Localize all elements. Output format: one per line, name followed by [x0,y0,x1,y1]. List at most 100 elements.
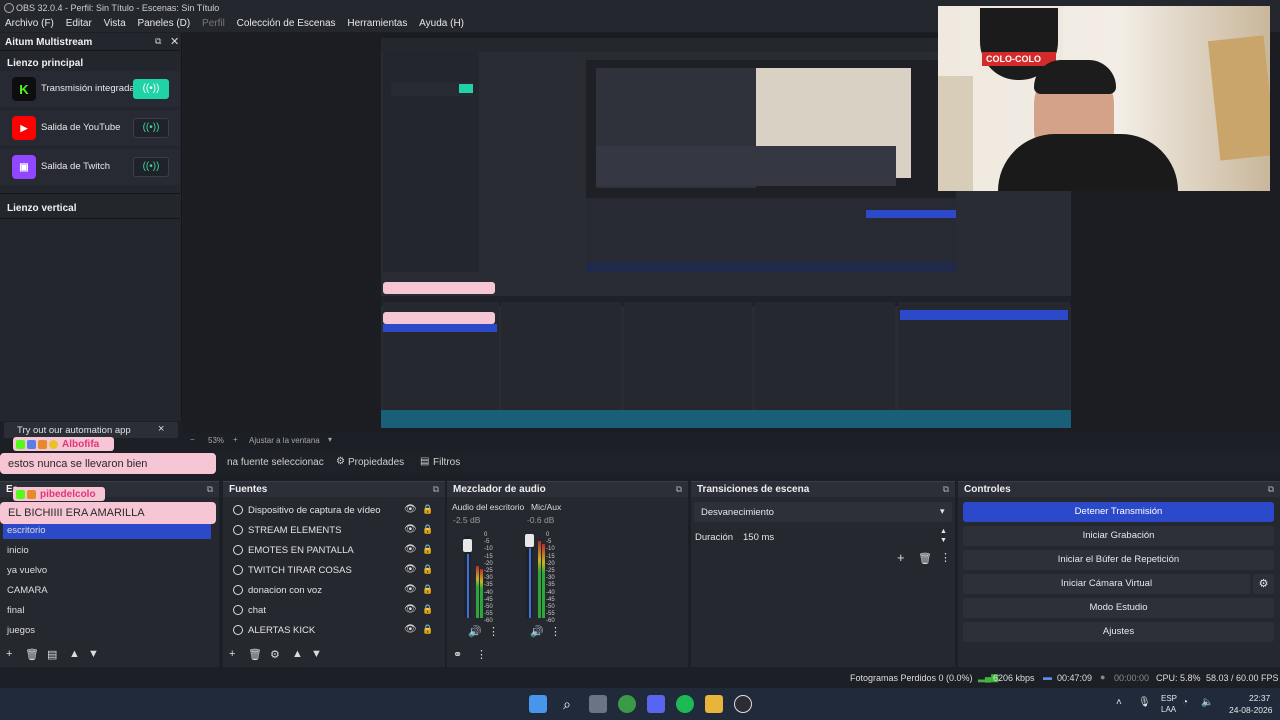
speaker-icon[interactable]: 🔊 [468,625,482,638]
source-item[interactable]: donacion con voz 👁 🔒 [231,582,436,602]
dock-float-icon[interactable]: ⧉ [1268,482,1274,497]
scene-item[interactable]: escritorio [7,525,46,536]
lock-icon[interactable]: 🔒 [422,584,433,595]
move-down-icon[interactable]: ▼ [88,648,99,660]
dock-float-icon[interactable]: ⧉ [943,482,949,497]
speaker-icon[interactable]: 🔊 [530,625,544,638]
search-icon[interactable]: ⌕ [558,695,576,713]
dock-float-icon[interactable]: ⧉ [207,482,213,497]
link-icon[interactable]: ⚭ [453,648,462,661]
add-icon[interactable]: + [6,648,12,660]
chevron-down-icon[interactable]: ▾ [328,435,332,444]
menu-coleccion-escenas[interactable]: Colección de Escenas [237,18,336,29]
lock-icon[interactable]: 🔒 [422,524,433,535]
duration-field[interactable]: 150 ms ▲ ▼ [737,527,952,547]
gear-icon[interactable]: ⚙ [270,648,280,661]
more-icon[interactable]: ⋮ [488,625,499,638]
more-icon[interactable]: ⋮ [940,551,951,564]
start-recording-button[interactable]: Iniciar Grabación [963,526,1274,546]
zoom-out-icon[interactable]: − [190,435,195,444]
scene-item[interactable]: juegos [7,625,35,636]
lock-icon[interactable]: 🔒 [422,544,433,555]
trash-icon[interactable]: 🗑 [25,648,39,661]
menu-paneles[interactable]: Paneles (D) [137,18,190,29]
source-item[interactable]: chat 👁 🔒 [231,602,436,622]
more-icon[interactable]: ⋮ [476,648,487,661]
properties-button[interactable]: Propiedades [348,457,404,468]
output-toggle-button[interactable]: ((•)) [133,118,169,138]
zoom-in-icon[interactable]: + [233,435,238,444]
task-view-icon[interactable] [589,695,607,713]
automation-banner[interactable]: Try out our automation app × [4,422,178,438]
language-secondary[interactable]: LAA [1161,705,1176,714]
virtual-camera-button[interactable]: Iniciar Cámara Virtual [963,574,1250,594]
menu-perfil[interactable]: Perfil [202,18,225,29]
chrome-icon[interactable] [618,695,636,713]
source-item[interactable]: STREAM ELEMENTS 👁 🔒 [231,522,436,542]
lock-icon[interactable]: 🔒 [422,624,433,635]
volume-slider[interactable] [525,534,534,547]
eye-icon[interactable]: 👁 [404,504,417,515]
menu-ayuda[interactable]: Ayuda (H) [419,18,464,29]
trash-icon[interactable]: 🗑 [248,648,262,661]
chevron-up-icon[interactable]: ▲ [940,528,947,535]
source-item[interactable]: TWITCH TIRAR COSAS 👁 🔒 [231,562,436,582]
clock-time[interactable]: 22:37 [1249,693,1270,703]
lock-icon[interactable]: 🔒 [422,564,433,575]
source-item[interactable]: EMOTES EN PANTALLA 👁 🔒 [231,542,436,562]
lock-icon[interactable]: 🔒 [422,504,433,515]
transition-select[interactable]: Desvanecimiento ▾ [694,502,952,522]
dock-float-icon[interactable]: ⧉ [433,482,439,497]
automation-close-icon[interactable]: × [158,423,164,435]
speaker-icon[interactable]: 🔈 [1201,697,1213,708]
more-icon[interactable]: ⋮ [550,625,561,638]
studio-mode-button[interactable]: Modo Estudio [963,598,1274,618]
move-up-icon[interactable]: ▲ [69,648,80,660]
filter-icon[interactable]: ▤ [47,648,57,661]
dock-float-icon[interactable]: ⧉ [676,482,682,497]
microphone-icon[interactable]: 🎙 [1138,697,1151,708]
replay-buffer-button[interactable]: Iniciar el Búfer de Repetición [963,550,1274,570]
output-toggle-button[interactable]: ((•)) [133,79,169,99]
lock-icon[interactable]: 🔒 [422,604,433,615]
scene-item[interactable]: final [7,605,24,616]
dock-close-icon[interactable]: ✕ [170,35,179,48]
source-item[interactable]: ALERTAS KICK 👁 🔒 [231,622,436,642]
windows-start-icon[interactable] [529,695,547,713]
add-icon[interactable]: + [897,550,905,565]
zoom-fit-dropdown[interactable]: Ajustar a la ventana [249,436,320,445]
trash-icon[interactable]: 🗑 [918,552,932,565]
discord-icon[interactable] [647,695,665,713]
menu-vista[interactable]: Vista [104,18,126,29]
scene-item[interactable]: inicio [7,545,29,556]
scene-item[interactable]: CAMARA [7,585,48,596]
virtual-camera-settings-gear-icon[interactable]: ⚙ [1253,574,1274,594]
move-up-icon[interactable]: ▲ [292,648,303,660]
filters-button[interactable]: Filtros [433,457,460,468]
dock-float-icon[interactable]: ⧉ [155,36,161,47]
add-icon[interactable]: + [229,648,235,660]
volume-slider[interactable] [463,539,472,552]
output-toggle-button[interactable]: ((•)) [133,157,169,177]
chevron-up-icon[interactable]: ˄ [1116,697,1122,708]
source-item[interactable]: Dispositivo de captura de vídeo 👁 🔒 [231,502,436,522]
eye-icon[interactable]: 👁 [404,544,417,555]
eye-icon[interactable]: 👁 [404,604,417,615]
eye-icon[interactable]: 👁 [404,564,417,575]
settings-button[interactable]: Ajustes [963,622,1274,642]
language-primary[interactable]: ESP [1161,694,1177,703]
menu-archivo[interactable]: Archivo (F) [5,18,54,29]
file-explorer-icon[interactable] [705,695,723,713]
obs-icon[interactable] [734,695,752,713]
scene-item[interactable]: ya vuelvo [7,565,47,576]
chevron-down-icon[interactable]: ▼ [940,537,947,544]
menu-editar[interactable]: Editar [66,18,92,29]
move-down-icon[interactable]: ▼ [311,648,322,660]
spotify-icon[interactable] [676,695,694,713]
stop-stream-button[interactable]: Detener Transmisión [963,502,1274,522]
wifi-icon[interactable]: ◔ [1182,697,1188,708]
eye-icon[interactable]: 👁 [404,584,417,595]
eye-icon[interactable]: 👁 [404,624,417,635]
menu-herramientas[interactable]: Herramientas [347,18,407,29]
clock-date[interactable]: 24-08-2026 [1229,705,1272,715]
